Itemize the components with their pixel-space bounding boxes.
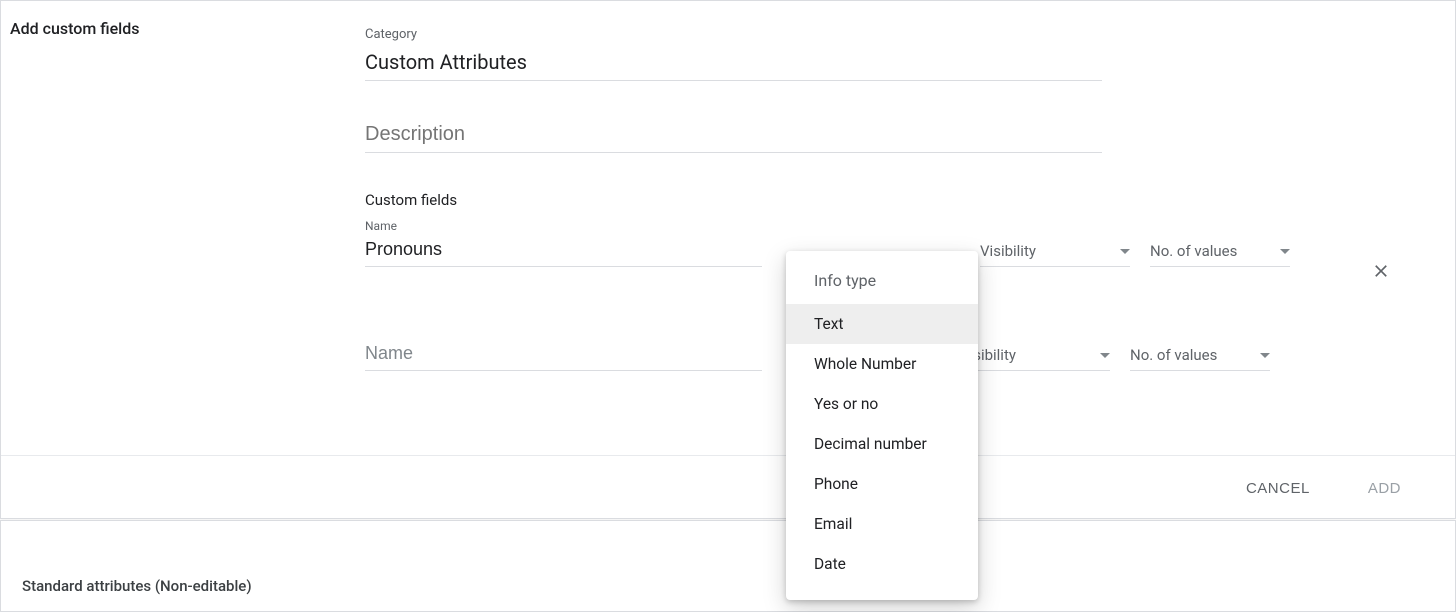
add-button[interactable]: Add [1368, 480, 1401, 497]
custom-fields-heading: Custom fields [365, 191, 1455, 209]
info-type-option-phone[interactable]: Phone [786, 464, 978, 504]
category-value[interactable]: Custom Attributes [365, 46, 1102, 81]
remove-row-button[interactable] [1369, 259, 1393, 283]
info-type-option-date[interactable]: Date [786, 544, 978, 584]
field-name-input[interactable] [365, 339, 762, 371]
description-input[interactable] [365, 119, 1102, 153]
chevron-down-icon [1100, 353, 1110, 358]
close-icon [1371, 261, 1391, 281]
visibility-placeholder: Visibility [980, 242, 1036, 260]
cancel-button[interactable]: Cancel [1246, 480, 1310, 497]
info-type-dropdown-label: Info type [786, 263, 978, 304]
chevron-down-icon [1280, 249, 1290, 254]
dialog-actions: Cancel Add [1, 455, 1455, 520]
chevron-down-icon [1260, 353, 1270, 358]
info-type-option-decimal-number[interactable]: Decimal number [786, 424, 978, 464]
category-field-group: Category Custom Attributes [365, 27, 1455, 81]
dialog-left-column: Add custom fields [1, 1, 365, 455]
no-of-values-select[interactable]: No. of values [1150, 238, 1290, 267]
standard-attributes-section: Standard attributes (Non-editable) [0, 520, 1456, 612]
category-label: Category [365, 27, 1455, 42]
chevron-down-icon [1120, 249, 1130, 254]
info-type-option-yes-or-no[interactable]: Yes or no [786, 384, 978, 424]
info-type-dropdown: Info type Text Whole Number Yes or no De… [786, 251, 978, 600]
info-type-option-text[interactable]: Text [786, 304, 978, 344]
dialog-title: Add custom fields [10, 19, 345, 38]
no-of-values-select[interactable]: No. of values [1130, 342, 1270, 371]
dialog-body: Add custom fields Category Custom Attrib… [1, 1, 1455, 455]
field-name-input[interactable] [365, 235, 762, 267]
info-type-option-email[interactable]: Email [786, 504, 978, 544]
novalues-placeholder: No. of values [1130, 346, 1217, 364]
description-field-group [365, 119, 1455, 153]
standard-attributes-heading: Standard attributes (Non-editable) [22, 577, 1455, 595]
visibility-select[interactable]: Visibility [960, 342, 1110, 371]
name-sub-label: Name [365, 219, 1455, 233]
novalues-placeholder: No. of values [1150, 242, 1237, 260]
info-type-option-whole-number[interactable]: Whole Number [786, 344, 978, 384]
add-custom-fields-dialog: Add custom fields Category Custom Attrib… [0, 0, 1456, 519]
visibility-select[interactable]: Visibility [980, 238, 1130, 267]
